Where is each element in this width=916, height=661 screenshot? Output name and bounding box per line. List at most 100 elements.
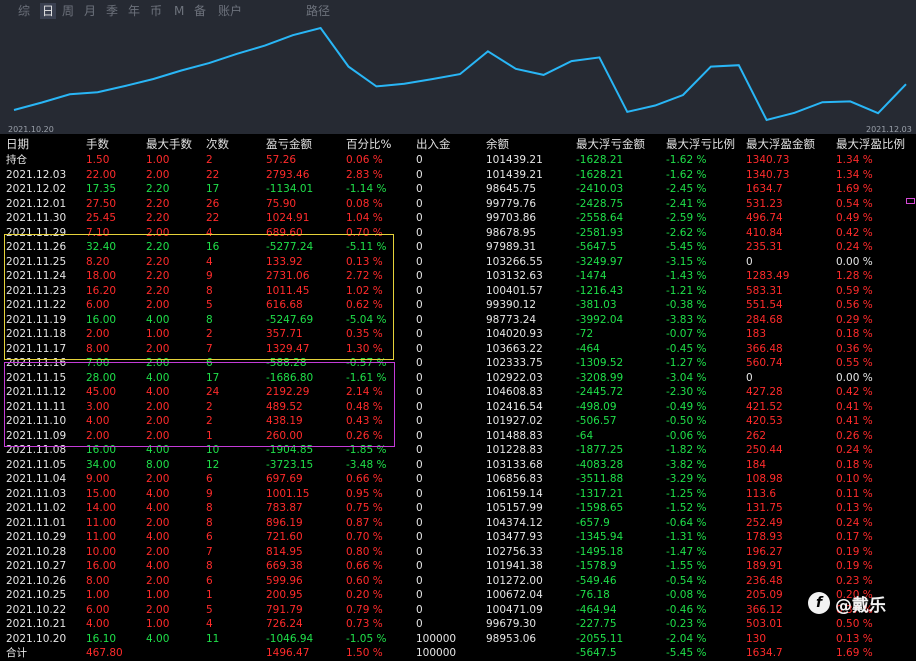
cell-最大浮盈比例: 0.42 % xyxy=(836,226,873,239)
table-row[interactable]: 2021.12.01 27.50 2.20 26 75.90 0.08 % 0 99779.7… xyxy=(0,197,916,212)
cell-出入金: 0 xyxy=(416,328,423,340)
column-header[interactable]: 最大浮亏金额 xyxy=(576,136,645,153)
column-header[interactable]: 次数 xyxy=(206,136,229,153)
table-row[interactable]: 2021.11.05 34.00 8.00 12 -3723.15 -3.48 % 0 103… xyxy=(0,458,916,473)
table-row[interactable]: 2021.11.04 9.00 2.00 6 697.69 0.66 % 0 106856.8… xyxy=(0,472,916,487)
cell-最大浮亏金额: -5647.5 xyxy=(576,647,617,659)
cell-出入金: 0 xyxy=(416,545,423,558)
table-row[interactable]: 2021.11.10 4.00 2.00 2 438.19 0.43 % 0 101927.0… xyxy=(0,414,916,429)
column-header[interactable]: 百分比% xyxy=(346,136,391,153)
table-row[interactable]: 2021.10.22 6.00 2.00 5 791.79 0.79 % 0 100471.0… xyxy=(0,603,916,618)
cell-次数: 7 xyxy=(206,545,213,558)
column-header[interactable]: 最大手数 xyxy=(146,136,192,153)
cell-余额: 104608.83 xyxy=(486,386,543,398)
scroll-marker[interactable] xyxy=(906,198,915,204)
table-row[interactable]: 2021.11.22 6.00 2.00 5 616.68 0.62 % 0 99390.12… xyxy=(0,298,916,313)
table-row[interactable]: 2021.11.15 28.00 4.00 17 -1686.80 -1.61 % 0 102… xyxy=(0,371,916,386)
cell-最大浮盈比例: 0.24 % xyxy=(836,444,873,456)
cell-最大浮亏比例: -1.25 % xyxy=(666,487,707,500)
table-row[interactable]: 2021.11.25 8.20 2.20 4 133.92 0.13 % 0 103266.5… xyxy=(0,255,916,270)
table-row[interactable]: 2021.10.26 8.00 2.00 6 599.96 0.60 % 0 101272.0… xyxy=(0,574,916,589)
table-row[interactable]: 2021.11.30 25.45 2.20 22 1024.91 1.04 % 0 99703… xyxy=(0,211,916,226)
table-row[interactable]: 2021.10.20 16.10 4.00 11 -1046.94 -1.05 % 1000… xyxy=(0,632,916,647)
column-header[interactable]: 最大浮盈比例 xyxy=(836,136,905,153)
cell-日期: 2021.12.02 xyxy=(6,183,67,195)
cell-次数: 1 xyxy=(206,429,213,442)
cell-最大浮亏金额: -72 xyxy=(576,328,594,340)
column-header[interactable]: 盈亏金额 xyxy=(266,136,312,153)
table-row[interactable]: 2021.11.26 32.40 2.20 16 -5277.24 -5.11 % 0 979… xyxy=(0,240,916,255)
column-header[interactable]: 出入金 xyxy=(416,136,451,153)
cell-盈亏金额: 2192.29 xyxy=(266,386,310,398)
table-row[interactable]: 2021.11.01 11.00 2.00 8 896.19 0.87 % 0 104374.… xyxy=(0,516,916,531)
cell-最大浮亏金额: -2445.72 xyxy=(576,386,624,398)
table-row[interactable]: 2021.11.03 15.00 4.00 9 1001.15 0.95 % 0 106159… xyxy=(0,487,916,502)
table-row[interactable]: 2021.11.12 45.00 4.00 24 2192.29 2.14 % 0 10460… xyxy=(0,385,916,400)
cell-日期: 2021.10.22 xyxy=(6,603,67,616)
table-row[interactable]: 2021.10.27 16.00 4.00 8 669.38 0.66 % 0 101941.… xyxy=(0,559,916,574)
table-row[interactable]: 持仓 1.50 1.00 2 57.26 0.06 % 0 101439.21 -1628.21… xyxy=(0,153,916,168)
table-row[interactable]: 2021.11.18 2.00 1.00 2 357.71 0.35 % 0 104020.9… xyxy=(0,327,916,342)
cell-余额: 101488.83 xyxy=(486,429,543,442)
tab-10[interactable]: 路径 xyxy=(306,3,330,19)
tab-2[interactable]: 周 xyxy=(62,3,74,19)
tab-0[interactable]: 综 xyxy=(18,3,30,19)
table-row[interactable]: 2021.11.11 3.00 2.00 2 489.52 0.48 % 0 102416.5… xyxy=(0,400,916,415)
cell-最大浮盈比例: 1.69 % xyxy=(836,183,873,195)
cell-手数: 11.00 xyxy=(86,516,117,529)
cell-最大浮亏比例: -1.52 % xyxy=(666,502,707,514)
table-row[interactable]: 2021.11.08 16.00 4.00 10 -1904.85 -1.85 % 0 101… xyxy=(0,443,916,458)
tab-5[interactable]: 年 xyxy=(128,3,140,19)
table-row[interactable]: 2021.11.29 7.10 2.00 4 689.60 0.70 % 0 98678.95… xyxy=(0,226,916,241)
column-header[interactable]: 最大浮亏比例 xyxy=(666,136,735,153)
table-row[interactable]: 2021.11.24 18.00 2.20 9 2731.06 2.72 % 0 103132… xyxy=(0,269,916,284)
tab-1[interactable]: 日 xyxy=(40,3,57,19)
table-row[interactable]: 2021.10.29 11.00 4.00 6 721.60 0.70 % 0 103477.… xyxy=(0,530,916,545)
total-row[interactable]: 合计 467.80 1496.47 1.50 % 100000 -5647.5 -5.45 … xyxy=(0,646,916,661)
tab-3[interactable]: 月 xyxy=(84,3,96,19)
table-row[interactable]: 2021.10.28 10.00 2.00 7 814.95 0.80 % 0 102756.… xyxy=(0,545,916,560)
table-row[interactable]: 2021.11.19 16.00 4.00 8 -5247.69 -5.04 % 0 9877… xyxy=(0,313,916,328)
table-row[interactable]: 2021.11.17 8.00 2.00 7 1329.47 1.30 % 0 103663.… xyxy=(0,342,916,357)
cell-最大浮亏金额: -2581.93 xyxy=(576,226,624,239)
table-row[interactable]: 2021.11.02 14.00 4.00 8 783.87 0.75 % 0 105157.… xyxy=(0,501,916,516)
cell-最大浮亏比例: -2.04 % xyxy=(666,632,707,645)
cell-余额: 98953.06 xyxy=(486,632,537,645)
cell-手数: 4.00 xyxy=(86,618,110,630)
table-row[interactable]: 2021.11.23 16.20 2.20 8 1011.45 1.02 % 0 100401… xyxy=(0,284,916,299)
cell-最大浮亏比例: -1.27 % xyxy=(666,357,707,369)
table-row[interactable]: 2021.12.02 17.35 2.20 17 -1134.01 -1.14 % 0 986… xyxy=(0,182,916,197)
table-header: 日期 手数 最大手数 次数 盈亏金额 百分比% 出入金 余额 最大浮亏金额 最大浮亏比例 最大浮盈金… xyxy=(0,136,916,153)
cell-百分比%: 0.62 % xyxy=(346,299,383,311)
cell-最大浮盈比例: 0.11 % xyxy=(836,487,873,500)
cell-最大浮亏比例: -0.23 % xyxy=(666,618,707,630)
column-header[interactable]: 最大浮盈金额 xyxy=(746,136,815,153)
cell-最大浮盈比例: 0.23 % xyxy=(836,574,873,587)
cell-出入金: 0 xyxy=(416,386,423,398)
cell-百分比%: 0.13 % xyxy=(346,255,383,268)
cell-最大手数: 4.00 xyxy=(146,502,170,514)
cell-百分比%: 1.50 % xyxy=(346,647,383,659)
tab-8[interactable]: 备 xyxy=(194,3,206,19)
cell-最大浮盈金额: 421.52 xyxy=(746,400,783,413)
cell-手数: 16.10 xyxy=(86,632,117,645)
watermark-text: @戴乐 xyxy=(835,595,886,616)
table-row[interactable]: 2021.11.16 7.00 2.00 6 -588.28 -0.57 % 0 102333… xyxy=(0,356,916,371)
table-row[interactable]: 2021.10.25 1.00 1.00 1 200.95 0.20 % 0 100672.0… xyxy=(0,588,916,603)
cell-最大浮亏金额: -1628.21 xyxy=(576,154,624,166)
tab-4[interactable]: 季 xyxy=(106,3,118,19)
cell-盈亏金额: 1329.47 xyxy=(266,342,310,355)
table-row[interactable]: 2021.10.21 4.00 1.00 4 726.24 0.73 % 0 99679.30… xyxy=(0,617,916,632)
cell-手数: 16.00 xyxy=(86,444,117,456)
table-row[interactable]: 2021.12.03 22.00 2.00 22 2793.46 2.83 % 0 10143… xyxy=(0,168,916,183)
cell-最大浮亏比例: -2.30 % xyxy=(666,386,707,398)
column-header[interactable]: 余额 xyxy=(486,136,509,153)
tab-7[interactable]: M xyxy=(174,3,184,19)
column-header[interactable]: 手数 xyxy=(86,136,109,153)
column-header[interactable]: 日期 xyxy=(6,136,29,153)
table-row[interactable]: 2021.11.09 2.00 2.00 1 260.00 0.26 % 0 101488.8… xyxy=(0,429,916,444)
tab-9[interactable]: 账户 xyxy=(218,3,242,19)
cell-最大手数: 8.00 xyxy=(146,458,170,471)
tab-6[interactable]: 币 xyxy=(150,3,162,19)
cell-百分比%: 1.02 % xyxy=(346,284,383,297)
